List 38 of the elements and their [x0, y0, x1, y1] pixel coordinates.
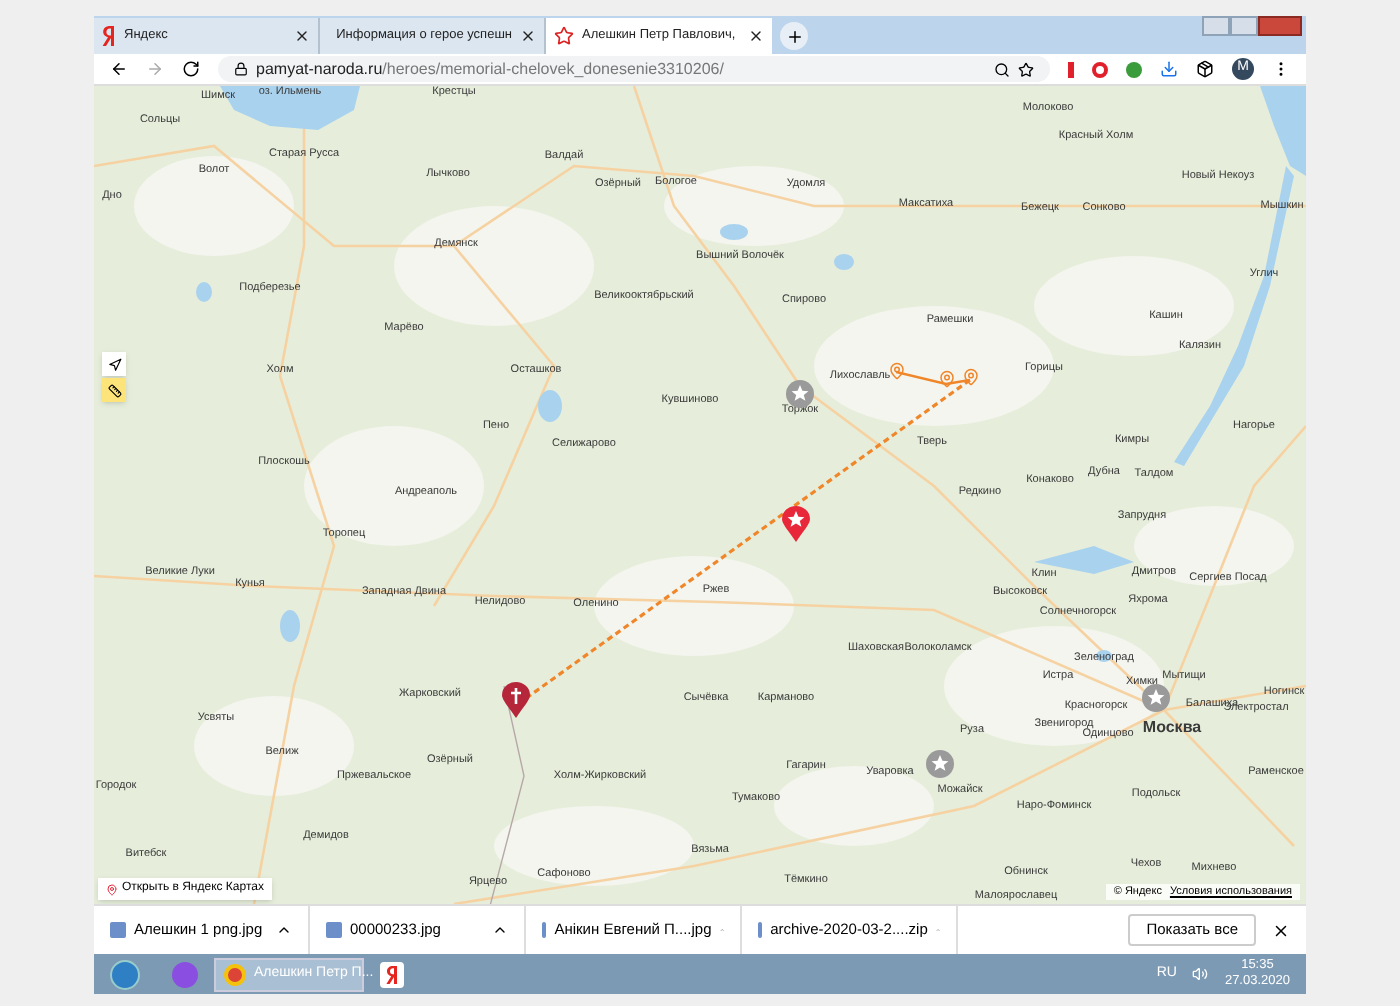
- package-extension-icon[interactable]: [1196, 60, 1214, 78]
- route-line: [896, 370, 972, 386]
- star-marker-icon[interactable]: [926, 750, 954, 778]
- star-icon: [554, 26, 574, 46]
- ruler-icon: [107, 383, 121, 397]
- close-icon[interactable]: [1272, 921, 1290, 939]
- url-text: pamyat-naroda.ru/heroes/memorial-chelovek_donesenie3310206/: [256, 57, 726, 81]
- navigation-arrow-icon: [107, 357, 121, 371]
- bookmark-star-icon[interactable]: [1018, 61, 1034, 77]
- close-icon[interactable]: [520, 28, 536, 44]
- ring-extension-icon[interactable]: [1092, 61, 1108, 77]
- locate-button[interactable]: [102, 352, 126, 376]
- start-button[interactable]: [110, 959, 140, 989]
- yandex-logo-icon: [102, 26, 116, 46]
- close-icon[interactable]: [748, 28, 764, 44]
- reload-icon[interactable]: [182, 60, 200, 78]
- cross-pin-icon[interactable]: [502, 682, 530, 718]
- plus-icon: [785, 27, 803, 45]
- ruler-button[interactable]: [102, 378, 126, 402]
- route-pin-icon[interactable]: [938, 370, 956, 388]
- chrome-icon: [224, 963, 246, 985]
- map-pin-icon: [106, 883, 118, 895]
- download-extension-icon[interactable]: [1126, 61, 1142, 77]
- star-marker-icon[interactable]: [786, 380, 814, 408]
- route-pin-icon[interactable]: [888, 362, 906, 380]
- download-arrow-icon[interactable]: [1160, 60, 1178, 78]
- place-label: Москва: [1142, 720, 1202, 736]
- address-bar[interactable]: pamyat-naroda.ru/heroes/memorial-chelovek_donesenie3310206/: [218, 56, 1050, 82]
- route-pin-icon[interactable]: [962, 368, 980, 386]
- new-tab-button[interactable]: [780, 22, 808, 50]
- star-marker-icon[interactable]: [1142, 684, 1170, 712]
- volume-icon[interactable]: [1192, 966, 1209, 982]
- star-pin-icon[interactable]: [782, 506, 810, 542]
- lock-icon: [234, 62, 248, 76]
- close-icon[interactable]: [294, 28, 310, 44]
- back-icon[interactable]: [110, 60, 128, 78]
- search-icon[interactable]: [994, 61, 1010, 77]
- yandex-browser-icon[interactable]: [380, 961, 404, 987]
